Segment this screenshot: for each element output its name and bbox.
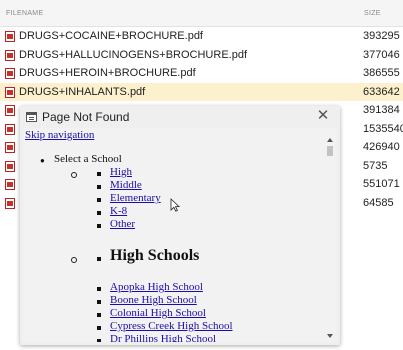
file-name[interactable]: DRUGS+INHALANTS.pdf bbox=[19, 86, 145, 98]
file-size: 386555 bbox=[363, 67, 400, 79]
pdf-file-icon bbox=[5, 31, 15, 42]
file-size: 64585 bbox=[363, 196, 394, 209]
file-size: 633642 bbox=[363, 85, 400, 98]
high-school-link[interactable]: Dr Phillips High School bbox=[110, 333, 216, 342]
column-header-filename[interactable]: FILENAME bbox=[6, 10, 43, 17]
bullet-square bbox=[97, 313, 101, 317]
file-size: 393295 bbox=[363, 30, 400, 42]
window-icon bbox=[26, 112, 37, 122]
column-header-size[interactable]: SIZE bbox=[364, 10, 381, 17]
scrollbar-thumb[interactable] bbox=[327, 146, 333, 156]
popup-content: Skip navigation ● Select a School High M… bbox=[23, 128, 337, 342]
file-name[interactable]: DRUGS+COCAINE+BROCHURE.pdf bbox=[19, 30, 203, 42]
pdf-file-icon bbox=[5, 105, 15, 116]
bullet-disc: ● bbox=[40, 156, 45, 165]
scroll-down-arrow-icon[interactable] bbox=[327, 334, 333, 338]
select-school-label: Select a School bbox=[54, 153, 122, 165]
school-level-middle-link[interactable]: Middle bbox=[110, 179, 142, 191]
file-name[interactable]: DRUGS+HALLUCINOGENS+BROCHURE.pdf bbox=[19, 49, 247, 61]
bullet-square bbox=[97, 300, 101, 304]
file-row-selected[interactable]: DRUGS+INHALANTS.pdf 633642 bbox=[0, 82, 403, 101]
bullet-circle bbox=[71, 257, 77, 263]
bullet-square bbox=[97, 287, 101, 291]
school-level-other-link[interactable]: Other bbox=[110, 218, 135, 230]
bullet-square bbox=[97, 185, 101, 189]
popup-title: Page Not Found bbox=[42, 110, 130, 124]
school-level-high-link[interactable]: High bbox=[110, 166, 132, 178]
skip-navigation-link[interactable]: Skip navigation bbox=[25, 129, 94, 141]
school-level-k8-link[interactable]: K-8 bbox=[110, 205, 127, 217]
popup-title-bar[interactable]: Page Not Found ✕ bbox=[20, 106, 340, 128]
close-icon[interactable]: ✕ bbox=[316, 108, 330, 124]
high-school-link[interactable]: Colonial High School bbox=[110, 307, 206, 319]
pdf-file-icon bbox=[5, 160, 15, 172]
pdf-file-icon bbox=[5, 123, 15, 135]
pdf-file-icon bbox=[5, 49, 15, 61]
bullet-square bbox=[97, 257, 101, 261]
school-level-elementary-link[interactable]: Elementary bbox=[110, 192, 161, 204]
bullet-circle bbox=[71, 172, 77, 178]
file-size: 426940 bbox=[363, 141, 400, 153]
file-size: 377046 bbox=[363, 48, 400, 61]
bullet-square bbox=[97, 211, 101, 215]
high-school-link[interactable]: Boone High School bbox=[110, 294, 197, 306]
vertical-scrollbar[interactable] bbox=[326, 138, 334, 340]
file-row[interactable]: DRUGS+HALLUCINOGENS+BROCHURE.pdf 377046 bbox=[0, 46, 403, 65]
bullet-square bbox=[97, 198, 101, 202]
pdf-file-icon bbox=[5, 86, 15, 98]
file-size: 1535540 bbox=[363, 122, 403, 135]
bullet-square bbox=[97, 172, 101, 176]
bullet-square bbox=[97, 339, 101, 342]
high-school-link[interactable]: Apopka High School bbox=[110, 281, 203, 293]
file-row[interactable]: DRUGS+HEROIN+BROCHURE.pdf 386555 bbox=[0, 64, 403, 83]
pdf-file-icon bbox=[5, 142, 15, 153]
file-size: 5735 bbox=[363, 159, 388, 172]
page-not-found-popup: Page Not Found ✕ Skip navigation ● Selec… bbox=[20, 106, 340, 345]
bullet-square bbox=[97, 224, 101, 228]
high-school-link[interactable]: Cypress Creek High School bbox=[110, 320, 233, 332]
bullet-square bbox=[97, 326, 101, 330]
file-name[interactable]: DRUGS+HEROIN+BROCHURE.pdf bbox=[19, 67, 196, 79]
file-size: 551071 bbox=[363, 178, 400, 190]
pdf-file-icon bbox=[5, 68, 15, 79]
file-list-header: FILENAME SIZE bbox=[0, 0, 403, 27]
pdf-file-icon bbox=[5, 197, 15, 209]
file-row[interactable]: DRUGS+COCAINE+BROCHURE.pdf 393295 bbox=[0, 27, 403, 46]
mouse-cursor-icon bbox=[170, 198, 180, 212]
pdf-file-icon bbox=[5, 179, 15, 190]
scroll-up-arrow-icon[interactable] bbox=[327, 138, 333, 142]
file-size: 391384 bbox=[363, 104, 400, 116]
high-schools-heading: High Schools bbox=[110, 247, 200, 264]
